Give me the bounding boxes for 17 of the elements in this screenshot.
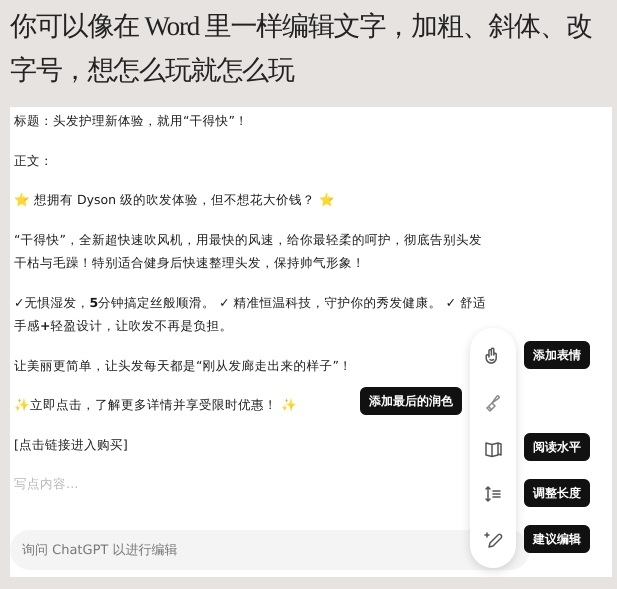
paragraph: “干得快”，全新超快速吹风机，用最快的风速，给你最轻柔的呵护，彻底告别头发干枯与毛躁！特别适合健身后快速整理头发，保持帅气形象！ bbox=[14, 230, 483, 272]
chat-input-field[interactable]: 询问 ChatGPT 以进行编辑 bbox=[10, 530, 530, 570]
paragraph: ✨立即点击，了解更多详情并享受限时优惠！ ✨ bbox=[14, 396, 297, 414]
tooltip: 添加最后的润色 bbox=[360, 387, 462, 415]
line-height-icon bbox=[483, 484, 503, 504]
tooltip: 阅读水平 bbox=[524, 433, 590, 461]
paragraph: 正文： bbox=[14, 152, 53, 170]
caption-text: 你可以像在 Word 里一样编辑文字，加粗、斜体、改字号，想怎么玩就怎么玩 bbox=[9, 10, 593, 87]
paragraph: 标题：头发护理新体验，就用“干得快”！ bbox=[14, 112, 248, 130]
paragraph: ⭐ 想拥有 Dyson 级的吹发体验，但不想花大价钱？ ⭐ bbox=[14, 191, 335, 209]
tooltip: 调整长度 bbox=[524, 479, 590, 507]
paragraph: ✓无惧湿发，5分钟搞定丝般顺滑。 ✓ 精准恒温科技，守护你的秀发健康。 ✓ 舒适手感+轻盈设计，让吹发不再是负担。 bbox=[14, 294, 488, 335]
tooltip: 建议编辑 bbox=[524, 525, 590, 553]
paragraph: [点击链接进入购买] bbox=[14, 436, 128, 454]
pencil-icon bbox=[483, 530, 503, 550]
tooltip: 添加表情 bbox=[524, 341, 590, 369]
paragraph: 让美丽更简单，让头发每天都是“刚从发廊走出来的样子”！ bbox=[14, 356, 352, 374]
